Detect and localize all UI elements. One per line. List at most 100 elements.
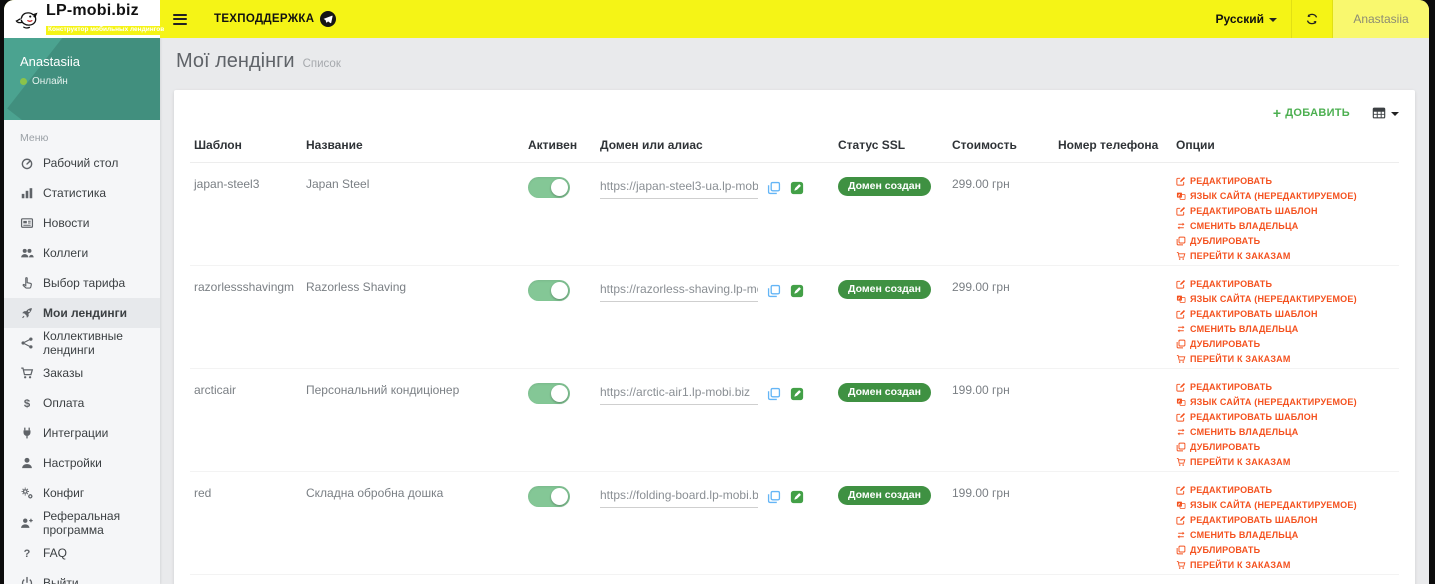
add-landing-button[interactable]: + ДОБАВИТЬ bbox=[1273, 105, 1350, 121]
active-toggle[interactable] bbox=[528, 383, 570, 404]
option-language-link[interactable]: A ЯЗЫК САЙТА (НЕРЕДАКТИРУЕМОЕ) bbox=[1176, 291, 1395, 306]
user-menu[interactable]: Anastasiia bbox=[1333, 0, 1429, 38]
sidebar-item-dashboard[interactable]: Рабочий стол bbox=[4, 148, 160, 178]
sidebar-item-question[interactable]: ? FAQ bbox=[4, 538, 160, 568]
chevron-down-icon bbox=[1391, 111, 1399, 116]
option-edit-pencil-link[interactable]: РЕДАКТИРОВАТЬ ШАБЛОН bbox=[1176, 409, 1395, 424]
option-cart-link[interactable]: ПЕРЕЙТИ К ЗАКАЗАМ bbox=[1176, 557, 1395, 572]
option-cart-link[interactable]: ПЕРЕЙТИ К ЗАКАЗАМ bbox=[1176, 454, 1395, 469]
option-label: ДУБЛИРОВАТЬ bbox=[1190, 441, 1261, 452]
option-language-link[interactable]: A ЯЗЫК САЙТА (НЕРЕДАКТИРУЕМОЕ) bbox=[1176, 188, 1395, 203]
option-exchange-link[interactable]: СМЕНИТЬ ВЛАДЕЛЬЦА bbox=[1176, 424, 1395, 439]
cart-icon bbox=[1176, 560, 1186, 570]
sidebar-item-gears[interactable]: Конфиг bbox=[4, 478, 160, 508]
sidebar-item-rocket[interactable]: Мои лендинги bbox=[4, 298, 160, 328]
edit-domain-icon[interactable] bbox=[790, 284, 804, 298]
refresh-button[interactable] bbox=[1291, 0, 1333, 38]
edit-domain-icon[interactable] bbox=[790, 490, 804, 504]
domain-input[interactable] bbox=[600, 383, 758, 405]
sidebar-item-share-nodes[interactable]: Коллективные лендинги bbox=[4, 328, 160, 358]
sidebar-item-cart[interactable]: Заказы bbox=[4, 358, 160, 388]
option-exchange-link[interactable]: СМЕНИТЬ ВЛАДЕЛЬЦА bbox=[1176, 218, 1395, 233]
active-toggle[interactable] bbox=[528, 177, 570, 198]
option-clone-link[interactable]: ДУБЛИРОВАТЬ bbox=[1176, 233, 1395, 248]
ssl-status-badge: Домен создан bbox=[838, 177, 931, 196]
hand-pointer-icon bbox=[20, 276, 34, 290]
option-label: РЕДАКТИРОВАТЬ bbox=[1190, 278, 1273, 289]
page-subtitle: Список bbox=[302, 58, 341, 70]
edit-domain-icon[interactable] bbox=[790, 387, 804, 401]
sidebar-item-plug[interactable]: Интеграции bbox=[4, 418, 160, 448]
option-label: РЕДАКТИРОВАТЬ ШАБЛОН bbox=[1190, 411, 1318, 422]
copy-domain-icon[interactable] bbox=[767, 490, 781, 504]
option-edit-pencil-link[interactable]: РЕДАКТИРОВАТЬ ШАБЛОН bbox=[1176, 512, 1395, 527]
copy-domain-icon[interactable] bbox=[767, 284, 781, 298]
clone-icon bbox=[1176, 442, 1186, 452]
sidebar-item-label: Реферальная программа bbox=[43, 509, 121, 537]
hamburger-icon bbox=[173, 11, 187, 27]
language-icon: A bbox=[1176, 500, 1186, 510]
option-clone-link[interactable]: ДУБЛИРОВАТЬ bbox=[1176, 336, 1395, 351]
sidebar-item-hand-pointer[interactable]: Выбор тарифа bbox=[4, 268, 160, 298]
option-edit-pencil-link[interactable]: РЕДАКТИРОВАТЬ bbox=[1176, 379, 1395, 394]
language-icon: A bbox=[1176, 397, 1186, 407]
active-toggle[interactable] bbox=[528, 486, 570, 507]
copy-domain-icon[interactable] bbox=[767, 181, 781, 195]
phone-cell bbox=[1054, 471, 1172, 575]
option-exchange-link[interactable]: СМЕНИТЬ ВЛАДЕЛЬЦА bbox=[1176, 321, 1395, 336]
brand-logo[interactable]: LP-mobi.biz Конструктор мобильных лендин… bbox=[4, 0, 167, 38]
sidebar-item-user-plus[interactable]: Реферальная программа bbox=[4, 508, 160, 538]
sidebar-item-label: Коллеги bbox=[43, 246, 89, 260]
table-view-dropdown[interactable] bbox=[1372, 106, 1399, 120]
sidebar-item-label: Оплата bbox=[43, 396, 85, 410]
sidebar-item-users[interactable]: Коллеги bbox=[4, 238, 160, 268]
edit-domain-icon[interactable] bbox=[790, 181, 804, 195]
sidebar-item-newspaper[interactable]: Новости bbox=[4, 208, 160, 238]
sidebar-item-label: FAQ bbox=[43, 546, 68, 560]
online-status-label: Онлайн bbox=[32, 76, 68, 87]
sidebar-username: Anastasiia bbox=[20, 54, 80, 69]
domain-input[interactable] bbox=[600, 486, 758, 508]
option-edit-pencil-link[interactable]: РЕДАКТИРОВАТЬ bbox=[1176, 482, 1395, 497]
option-cart-link[interactable]: ПЕРЕЙТИ К ЗАКАЗАМ bbox=[1176, 351, 1395, 366]
option-exchange-link[interactable]: СМЕНИТЬ ВЛАДЕЛЬЦА bbox=[1176, 527, 1395, 542]
option-language-link[interactable]: A ЯЗЫК САЙТА (НЕРЕДАКТИРУЕМОЕ) bbox=[1176, 394, 1395, 409]
option-label: РЕДАКТИРОВАТЬ bbox=[1190, 484, 1273, 495]
domain-input[interactable] bbox=[600, 280, 758, 302]
dashboard-icon bbox=[20, 156, 34, 170]
option-edit-pencil-link[interactable]: РЕДАКТИРОВАТЬ ШАБЛОН bbox=[1176, 203, 1395, 218]
active-toggle[interactable] bbox=[528, 280, 570, 301]
landings-card: + ДОБАВИТЬ Шаблон Название Активен Домен… bbox=[174, 90, 1415, 584]
sidebar-toggle-button[interactable] bbox=[160, 0, 200, 38]
language-selector[interactable]: Русский bbox=[1202, 0, 1292, 38]
option-clone-link[interactable]: ДУБЛИРОВАТЬ bbox=[1176, 542, 1395, 557]
option-clone-link[interactable]: ДУБЛИРОВАТЬ bbox=[1176, 439, 1395, 454]
sidebar-item-chart-bar[interactable]: Статистика bbox=[4, 178, 160, 208]
price-cell: 199.00 грн bbox=[948, 368, 1054, 472]
option-label: СМЕНИТЬ ВЛАДЕЛЬЦА bbox=[1190, 426, 1299, 437]
cart-icon bbox=[20, 366, 34, 380]
option-edit-pencil-link[interactable]: РЕДАКТИРОВАТЬ bbox=[1176, 173, 1395, 188]
option-label: ПЕРЕЙТИ К ЗАКАЗАМ bbox=[1190, 353, 1291, 364]
option-label: СМЕНИТЬ ВЛАДЕЛЬЦА bbox=[1190, 529, 1299, 540]
domain-input[interactable] bbox=[600, 177, 758, 199]
template-cell: razorlessshavingm bbox=[190, 265, 302, 369]
sidebar-item-user[interactable]: Настройки bbox=[4, 448, 160, 478]
table-row: redСкладна обробна дошка Домен создан 199.… bbox=[190, 471, 1399, 575]
option-edit-pencil-link[interactable]: РЕДАКТИРОВАТЬ ШАБЛОН bbox=[1176, 306, 1395, 321]
clone-icon bbox=[1176, 236, 1186, 246]
dollar-icon: $ bbox=[20, 396, 34, 410]
option-edit-pencil-link[interactable]: РЕДАКТИРОВАТЬ bbox=[1176, 276, 1395, 291]
sidebar-item-power[interactable]: Выйти bbox=[4, 568, 160, 584]
option-cart-link[interactable]: ПЕРЕЙТИ К ЗАКАЗАМ bbox=[1176, 248, 1395, 263]
option-language-link[interactable]: A ЯЗЫК САЙТА (НЕРЕДАКТИРУЕМОЕ) bbox=[1176, 497, 1395, 512]
page-title: Мої лендінги bbox=[176, 50, 295, 72]
sidebar-item-dollar[interactable]: $ Оплата bbox=[4, 388, 160, 418]
option-label: ЯЗЫК САЙТА (НЕРЕДАКТИРУЕМОЕ) bbox=[1190, 293, 1357, 304]
phone-cell bbox=[1054, 265, 1172, 369]
template-cell: arcticair bbox=[190, 368, 302, 472]
user-icon bbox=[20, 456, 34, 470]
ssl-status-badge: Домен создан bbox=[838, 280, 931, 299]
support-button[interactable]: ТЕХПОДДЕРЖКА bbox=[200, 0, 350, 38]
copy-domain-icon[interactable] bbox=[767, 387, 781, 401]
